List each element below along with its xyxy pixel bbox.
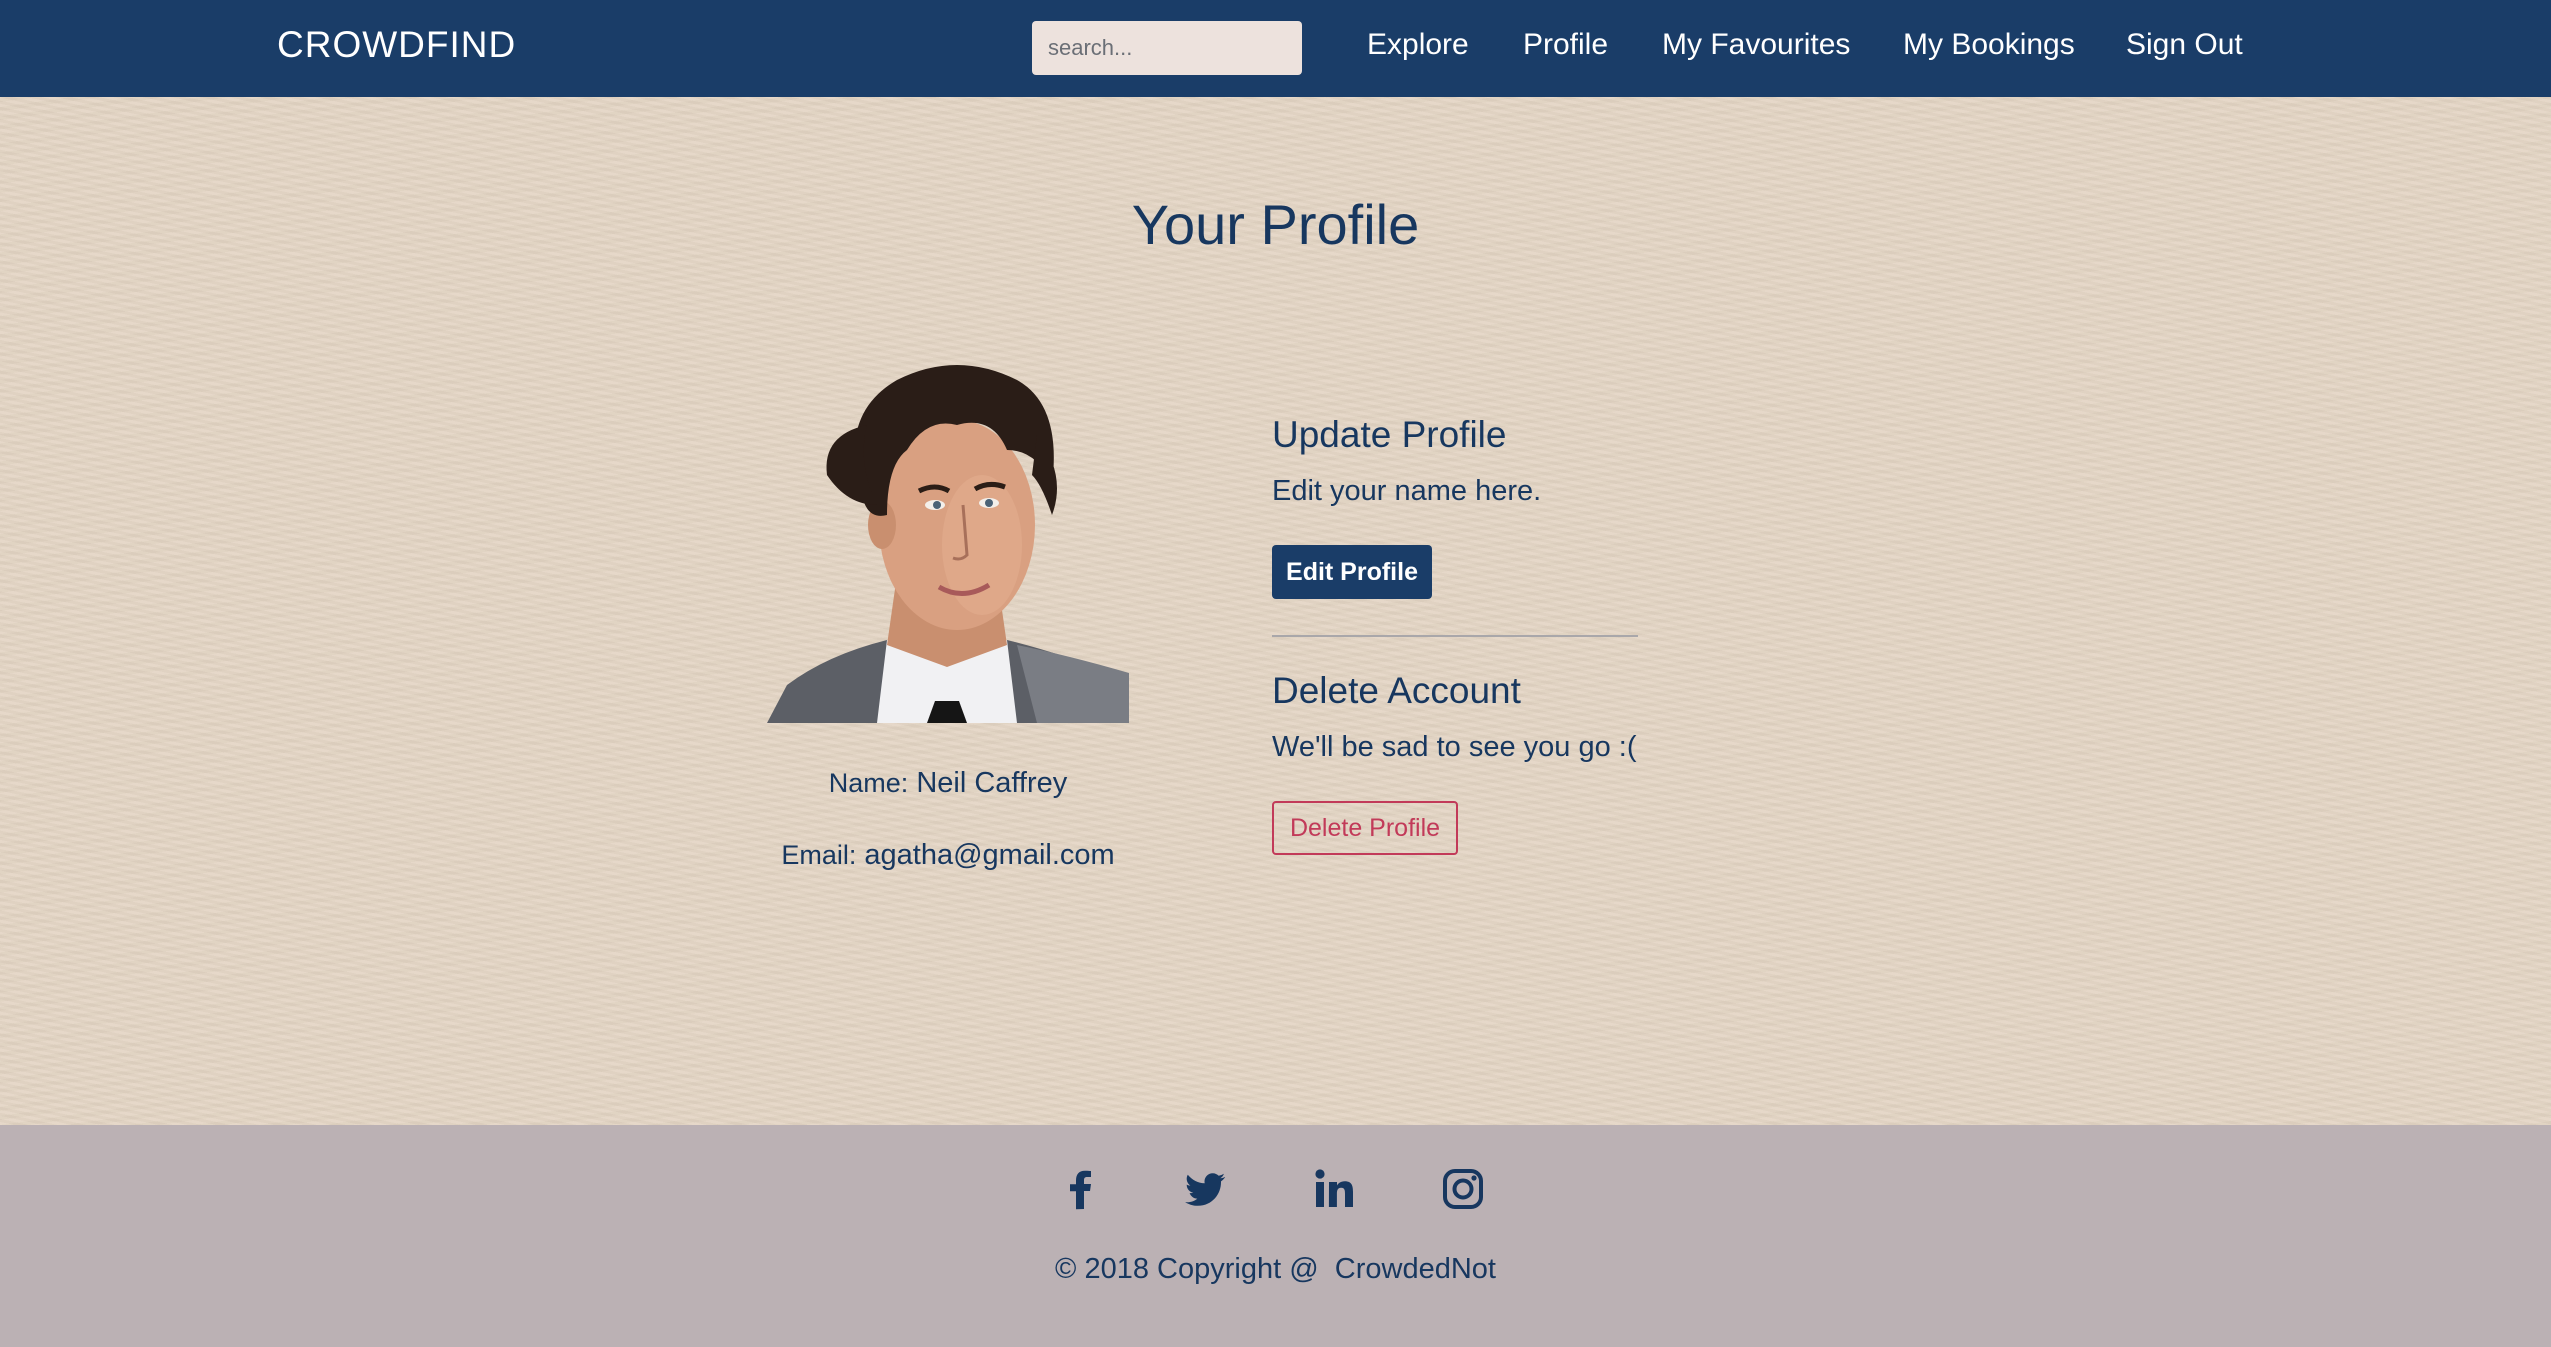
edit-profile-button[interactable]: Edit Profile: [1272, 545, 1432, 599]
navbar: CROWDFIND Explore Profile My Favourites …: [0, 0, 2551, 97]
name-label: Name:: [828, 768, 909, 798]
avatar: [767, 355, 1129, 723]
nav-sign-out[interactable]: Sign Out: [2126, 28, 2243, 62]
email-label: Email:: [781, 840, 857, 870]
nav-explore[interactable]: Explore: [1367, 28, 1469, 62]
nav-profile[interactable]: Profile: [1523, 28, 1608, 62]
email-value: agatha@gmail.com: [864, 839, 1115, 871]
section-divider: [1272, 635, 1638, 637]
instagram-icon[interactable]: [1439, 1165, 1487, 1213]
profile-name: Name: Neil Caffrey: [676, 767, 1220, 800]
page-title: Your Profile: [1131, 193, 1420, 256]
delete-account-heading: Delete Account: [1272, 670, 1521, 711]
facebook-icon[interactable]: [1057, 1165, 1105, 1213]
copyright-text: © 2018 Copyright @ CrowdedNot: [1055, 1253, 1496, 1285]
brand-logo[interactable]: CROWDFIND: [277, 24, 516, 66]
main-content: Your Profile Name: Neil Caffrey Email: a…: [0, 97, 2551, 1125]
twitter-icon[interactable]: [1181, 1165, 1229, 1213]
nav-my-favourites[interactable]: My Favourites: [1662, 28, 1850, 62]
delete-account-text: We'll be sad to see you go :(: [1272, 731, 1637, 763]
footer: © 2018 Copyright @ CrowdedNot: [0, 1125, 2551, 1347]
delete-profile-button[interactable]: Delete Profile: [1272, 801, 1458, 855]
update-profile-heading: Update Profile: [1272, 414, 1507, 455]
search-input[interactable]: [1032, 21, 1302, 75]
linkedin-icon[interactable]: [1310, 1165, 1358, 1213]
name-value: Neil Caffrey: [916, 767, 1068, 799]
update-profile-text: Edit your name here.: [1272, 475, 1542, 507]
profile-email: Email: agatha@gmail.com: [676, 839, 1220, 872]
nav-my-bookings[interactable]: My Bookings: [1903, 28, 2075, 62]
